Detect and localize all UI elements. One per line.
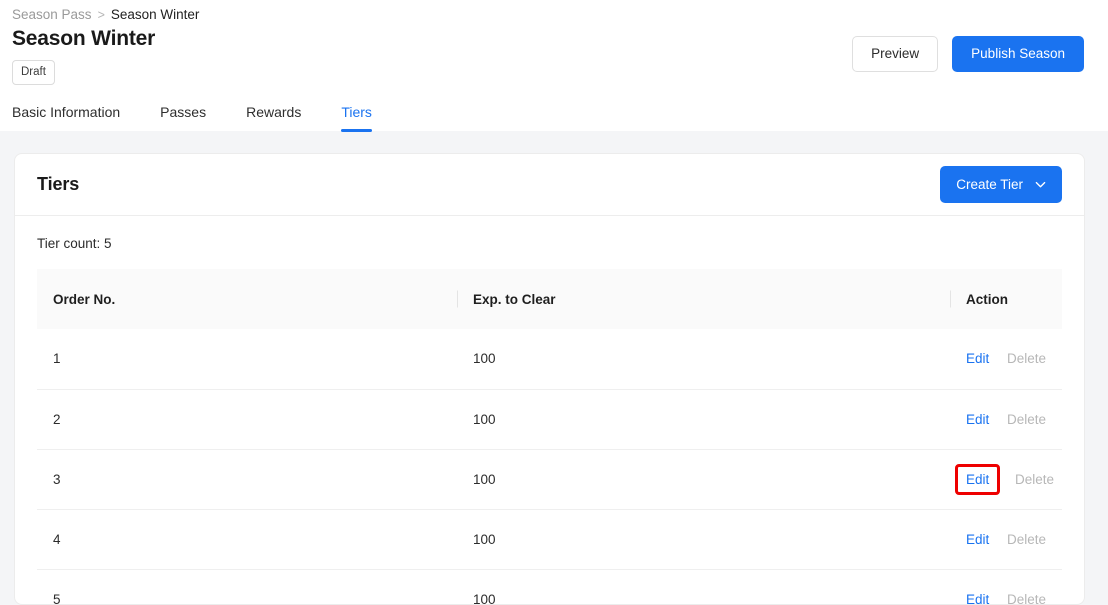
edit-link[interactable]: Edit (966, 412, 989, 427)
table-row: 5 100 Edit Delete (37, 569, 1062, 605)
breadcrumb-parent-link[interactable]: Season Pass (12, 6, 92, 24)
table-row: 2 100 Edit Delete (37, 389, 1062, 450)
cell-exp-to-clear: 100 (457, 449, 950, 510)
edit-link[interactable]: Edit (954, 463, 1001, 495)
cell-exp-to-clear: 100 (457, 389, 950, 450)
preview-button[interactable]: Preview (852, 36, 939, 72)
delete-link: Delete (1007, 591, 1047, 605)
cell-action: Edit Delete (950, 509, 1062, 570)
cell-order-no: 2 (37, 389, 457, 450)
tab-basic-information[interactable]: Basic Information (12, 104, 120, 131)
column-header-order-no: Order No. (53, 291, 116, 307)
tab-label: Basic Information (12, 104, 121, 120)
breadcrumb-current: Season Winter (110, 7, 200, 22)
column-header-action: Action (950, 269, 1062, 329)
card-title: Tiers (37, 174, 80, 194)
cell-order-no: 3 (37, 449, 457, 510)
edit-link[interactable]: Edit (966, 532, 989, 547)
cell-order-no: 4 (37, 509, 457, 570)
tab-tiers[interactable]: Tiers (341, 104, 372, 132)
page-title: Season Winter (12, 27, 156, 50)
table-row: 4 100 Edit Delete (37, 509, 1062, 570)
breadcrumb-separator: > (97, 8, 105, 22)
delete-link: Delete (1015, 471, 1055, 487)
title-block: Season Winter Draft (12, 24, 155, 85)
tiers-table: Order No. Exp. to Clear Action 1 100 Edi… (37, 269, 1062, 605)
table-body: 1 100 Edit Delete 2 100 Edit Delete 3 10… (37, 329, 1062, 605)
delete-link: Delete (1007, 351, 1047, 367)
status-badge: Draft (12, 60, 55, 85)
page-header: Season Pass > Season Winter Season Winte… (0, 0, 1108, 132)
header-actions: Preview Publish Season (852, 24, 1084, 72)
title-row: Season Winter Draft Preview Publish Seas… (12, 24, 1084, 85)
delete-link: Delete (1007, 531, 1047, 547)
create-tier-label: Create Tier (956, 177, 1023, 192)
tab-label: Passes (160, 104, 207, 120)
column-header-exp-to-clear: Exp. to Clear (457, 269, 950, 329)
table-header-row: Order No. Exp. to Clear Action (37, 269, 1062, 329)
edit-link[interactable]: Edit (966, 351, 989, 366)
tab-passes[interactable]: Passes (160, 104, 206, 131)
tab-label: Rewards (246, 104, 302, 120)
tiers-card: Tiers Create Tier Tier count: 5 Order No… (14, 153, 1085, 605)
tier-count-label: Tier count: 5 (37, 236, 112, 251)
table-row: 1 100 Edit Delete (37, 329, 1062, 390)
tab-rewards[interactable]: Rewards (246, 104, 301, 131)
cell-action: Edit Delete (950, 569, 1062, 605)
cell-exp-to-clear: 100 (457, 329, 950, 390)
card-header: Tiers Create Tier (15, 154, 1084, 216)
chevron-down-icon (1035, 179, 1046, 190)
tab-bar: Basic Information Passes Rewards Tiers (12, 95, 372, 132)
tab-label: Tiers (341, 104, 372, 120)
card-body: Tier count: 5 Order No. Exp. to Clear Ac… (15, 216, 1084, 605)
content-area: Tiers Create Tier Tier count: 5 Order No… (0, 131, 1108, 605)
cell-action: Edit Delete (950, 389, 1062, 450)
breadcrumb: Season Pass > Season Winter (12, 0, 1084, 22)
cell-exp-to-clear: 100 (457, 509, 950, 570)
cell-order-no: 5 (37, 569, 457, 604)
publish-season-button[interactable]: Publish Season (952, 36, 1084, 72)
table-head: Order No. Exp. to Clear Action (37, 269, 1062, 329)
table-row: 3 100 Edit Delete (37, 449, 1062, 510)
create-tier-button[interactable]: Create Tier (940, 166, 1062, 203)
edit-link[interactable]: Edit (966, 592, 989, 605)
delete-link: Delete (1007, 411, 1047, 427)
cell-order-no: 1 (37, 329, 457, 390)
cell-exp-to-clear: 100 (457, 569, 950, 604)
cell-action: Edit Delete (950, 449, 1062, 510)
cell-action: Edit Delete (950, 329, 1062, 390)
